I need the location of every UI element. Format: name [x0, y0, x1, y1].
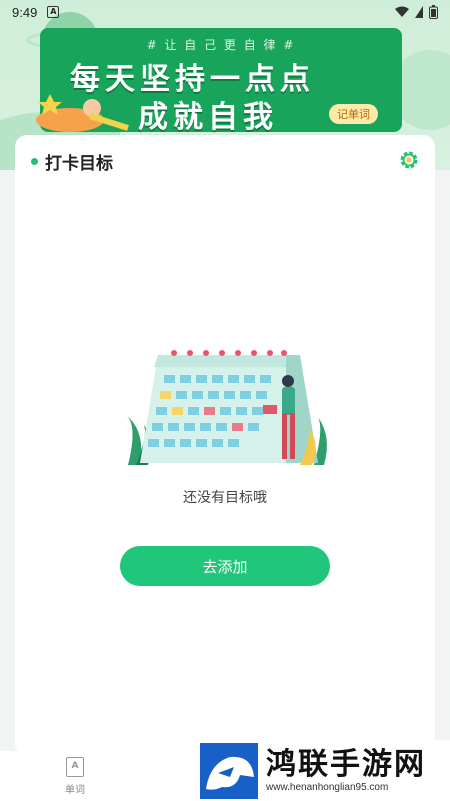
banner-tag: # 让 自 己 更 自 律 #: [146, 38, 296, 52]
add-goal-button[interactable]: 去添加: [120, 546, 330, 586]
watermark-url: www.henanhonglian95.com: [266, 782, 389, 793]
wifi-icon: [395, 6, 409, 17]
watermark: 鸿联手游网 www.henanhonglian95.com: [200, 740, 450, 801]
book-icon: A: [66, 757, 84, 777]
banner-chip: 记单词: [329, 104, 378, 124]
card-header: 打卡目标: [31, 149, 113, 174]
nav-item-label: 单词: [65, 785, 85, 796]
checkin-goal-card: 打卡目标 还没有目标哦 去添加: [15, 135, 435, 755]
watermark-title: 鸿联手游网: [266, 747, 426, 782]
banner-subheadline: 成就自我: [138, 100, 278, 135]
signal-icon: [415, 6, 423, 18]
card-title: 打卡目标: [45, 154, 113, 174]
status-bar: 9:49 A: [0, 0, 450, 24]
empty-calendar-illustration: [126, 350, 327, 465]
notification-a-icon: A: [47, 6, 60, 18]
settings-gear-icon[interactable]: [398, 149, 420, 171]
title-dot-icon: [31, 158, 38, 165]
status-time: 9:49: [12, 4, 38, 20]
nav-item-words[interactable]: A 单词: [52, 757, 98, 796]
girl-illustration-icon: [36, 94, 129, 132]
empty-state-text: 还没有目标哦: [183, 490, 267, 506]
watermark-logo-icon: [200, 742, 258, 799]
battery-icon: [429, 5, 438, 19]
